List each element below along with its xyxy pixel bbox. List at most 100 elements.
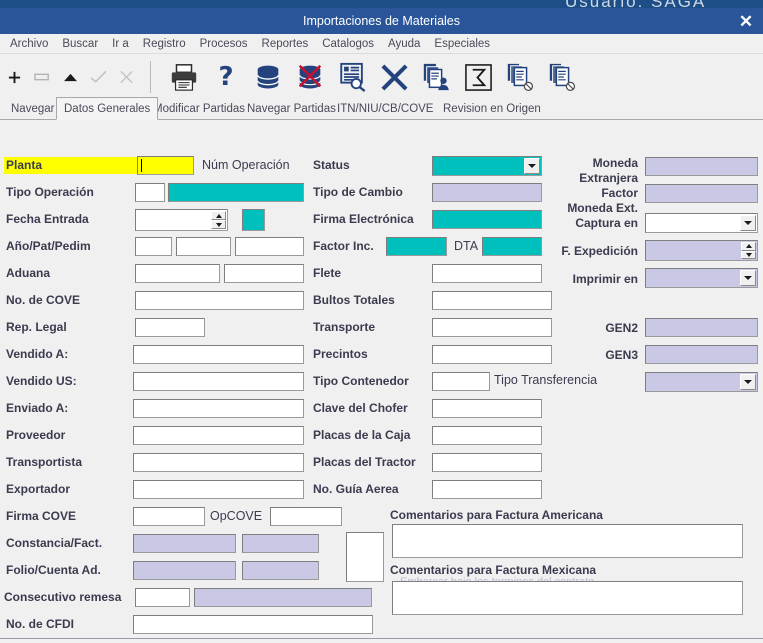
vendido-us-input[interactable]: [133, 372, 304, 391]
close-window-button[interactable]: ✕: [733, 8, 759, 34]
no-de-cfdi-input[interactable]: [133, 615, 373, 634]
label-comentarios-factura-mexicana: Comentarios para Factura Mexicana: [390, 563, 597, 577]
menu-item-procesos[interactable]: Procesos: [193, 37, 255, 51]
spinner-down-icon[interactable]: [211, 220, 226, 229]
exportador-input[interactable]: [133, 480, 304, 499]
patente-input[interactable]: [176, 237, 231, 256]
factor-inc-field: [386, 237, 447, 256]
label-num-operacion: Núm Operación: [202, 158, 290, 172]
chevron-down-icon[interactable]: [740, 215, 756, 231]
chevron-down-icon[interactable]: [740, 374, 756, 390]
close-x-icon[interactable]: [373, 55, 415, 99]
database-delete-icon[interactable]: [289, 55, 331, 99]
gen3-input: [645, 345, 758, 364]
label-comentarios-factura-americana: Comentarios para Factura Americana: [390, 508, 603, 522]
sum-sigma-icon[interactable]: [457, 55, 499, 99]
ano-input[interactable]: [135, 237, 172, 256]
label-ano-pat-pedim: Año/Pat/Pedim: [6, 239, 91, 253]
tipo-operacion-input[interactable]: [135, 183, 165, 202]
captura-en-combobox[interactable]: [645, 213, 758, 233]
label-planta: Planta: [6, 158, 43, 172]
status-combobox[interactable]: [432, 156, 542, 176]
label-precintos: Precintos: [313, 347, 368, 361]
datos-generales-form: Planta Núm Operación Tipo Operación Fech…: [0, 120, 763, 634]
consecutivo-remesa-input[interactable]: [135, 588, 190, 607]
bultos-totales-input[interactable]: [432, 291, 552, 310]
chevron-down-icon[interactable]: [740, 270, 756, 286]
planta-input[interactable]: [137, 156, 194, 175]
tab-revision-en-origen[interactable]: Revision en Origen: [436, 99, 548, 119]
svg-text:?: ?: [218, 62, 233, 92]
fecha-entrada-input[interactable]: [135, 209, 228, 231]
menu-item-especiales[interactable]: Especiales: [427, 37, 497, 51]
pedimento-input[interactable]: [235, 237, 304, 256]
placas-del-tractor-input[interactable]: [432, 453, 542, 472]
placas-de-la-caja-input[interactable]: [432, 426, 542, 445]
f-expedicion-input[interactable]: [645, 240, 758, 261]
rep-legal-input[interactable]: [135, 318, 205, 337]
tab-itn-niu-cb-cove[interactable]: ITN/NIU/CB/COVE: [330, 99, 440, 119]
tipo-transferencia-combobox[interactable]: [645, 372, 758, 392]
label-placas-de-la-caja: Placas de la Caja: [313, 428, 411, 442]
label-opcove: OpCOVE: [210, 509, 263, 523]
spinner-up-icon[interactable]: [741, 242, 756, 251]
tab-modificar-partidas[interactable]: Modificar Partidas: [146, 99, 252, 119]
label-proveedor: Proveedor: [6, 428, 66, 442]
label-factor-line2: Moneda Ext.: [567, 201, 638, 215]
help-question-icon[interactable]: ?: [205, 55, 247, 99]
remesa-desc-field: [194, 588, 372, 607]
database-icon[interactable]: [247, 55, 289, 99]
label-firma-electronica: Firma Electrónica: [313, 212, 414, 226]
menu-bar: Archivo Buscar Ir a Registro Procesos Re…: [0, 34, 763, 54]
menu-item-catalogos[interactable]: Catalogos: [315, 37, 381, 51]
comentarios-factura-americana-textarea[interactable]: [392, 524, 743, 558]
print-icon[interactable]: [163, 55, 205, 99]
spinner-down-icon[interactable]: [741, 250, 756, 259]
menu-item-registro[interactable]: Registro: [136, 37, 193, 51]
tipo-contenedor-input[interactable]: [432, 372, 490, 391]
tab-datos-generales[interactable]: Datos Generales: [56, 97, 159, 120]
fecha-entrada-spinner[interactable]: [211, 211, 226, 229]
menu-item-ir-a[interactable]: Ir a: [105, 37, 136, 51]
label-constancia-fact: Constancia/Fact.: [6, 536, 103, 550]
enviado-a-input[interactable]: [133, 399, 304, 418]
tab-navegar-partidas[interactable]: Navegar Partidas: [240, 99, 343, 119]
label-flete: Flete: [313, 266, 342, 280]
document-user-icon[interactable]: [415, 55, 457, 99]
proveedor-input[interactable]: [133, 426, 304, 445]
image-preview-box[interactable]: [346, 532, 384, 582]
aduana-input[interactable]: [135, 264, 220, 283]
clave-del-chofer-input[interactable]: [432, 399, 542, 418]
gen2-input: [645, 318, 758, 337]
delete-record-icon: [28, 57, 56, 97]
menu-item-reportes[interactable]: Reportes: [255, 37, 316, 51]
spinner-up-icon[interactable]: [211, 211, 226, 220]
add-record-icon[interactable]: [0, 57, 28, 97]
menu-item-archivo[interactable]: Archivo: [3, 37, 55, 51]
tab-navegar[interactable]: Navegar: [4, 99, 61, 119]
no-de-cove-input[interactable]: [135, 291, 304, 310]
flete-input[interactable]: [432, 264, 542, 283]
comentarios-factura-mexicana-textarea[interactable]: [392, 581, 743, 615]
opcove-input[interactable]: [270, 507, 342, 526]
previous-record-icon[interactable]: [56, 57, 84, 97]
label-transportista: Transportista: [6, 455, 83, 469]
menu-item-ayuda[interactable]: Ayuda: [381, 37, 427, 51]
label-exportador: Exportador: [6, 482, 71, 496]
aduana-seccion-input[interactable]: [224, 264, 304, 283]
toolbar-separator: [150, 61, 151, 93]
query-list-icon[interactable]: [331, 55, 373, 99]
label-tipo-de-cambio: Tipo de Cambio: [313, 185, 403, 199]
application-window: Usuario: SAGA Importaciones de Materiale…: [0, 0, 763, 643]
vendido-a-input[interactable]: [133, 345, 304, 364]
transportista-input[interactable]: [133, 453, 304, 472]
imprimir-en-combobox[interactable]: [645, 268, 758, 288]
menu-item-buscar[interactable]: Buscar: [55, 37, 105, 51]
label-placas-del-tractor: Placas del Tractor: [313, 455, 416, 469]
copy-cancel-icon[interactable]: [499, 55, 541, 99]
no-guia-aerea-input[interactable]: [432, 480, 542, 499]
document-cancel-icon[interactable]: [541, 55, 583, 99]
chevron-down-icon[interactable]: [524, 158, 540, 174]
firma-cove-input[interactable]: [133, 507, 205, 526]
f-expedicion-spinner[interactable]: [741, 242, 756, 259]
